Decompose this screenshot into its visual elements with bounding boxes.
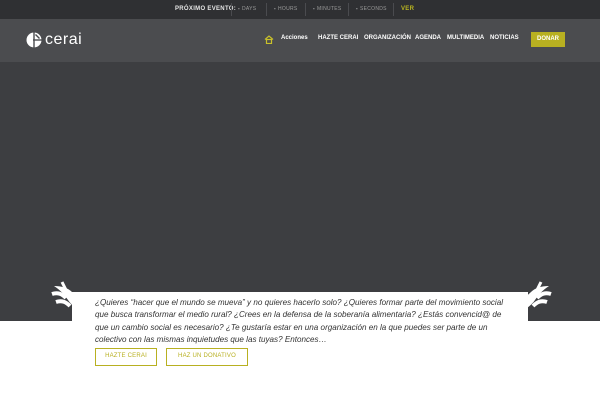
site-header: cerai Acciones HAZTE CERAI ORGANIZACIÓN … <box>0 19 600 62</box>
logo-text: cerai <box>45 31 83 48</box>
cerai-logo-icon <box>26 32 42 48</box>
nav-hazte-cerai[interactable]: HAZTE CERAI <box>318 35 358 41</box>
divider <box>348 3 349 16</box>
intro-text: ¿Quieres “hacer que el mundo se mueva” y… <box>95 298 504 344</box>
site-logo[interactable]: cerai <box>26 30 82 50</box>
nav-agenda[interactable]: AGENDA <box>415 35 441 41</box>
countdown-seconds: - SECONDS <box>356 6 387 12</box>
countdown-hours: - HOURS <box>274 6 298 12</box>
view-event-link[interactable]: VER <box>401 6 414 12</box>
make-donation-button[interactable]: HAZ UN DONATIVO <box>166 348 248 366</box>
divider <box>393 3 394 16</box>
nav-organizacion[interactable]: ORGANIZACIÓN <box>364 35 411 41</box>
nav-noticias[interactable]: NOTICIAS <box>490 35 519 41</box>
nav-acciones[interactable]: Acciones <box>281 35 308 41</box>
home-icon[interactable] <box>264 35 274 44</box>
donate-button[interactable]: DONAR <box>531 32 565 47</box>
join-button[interactable]: HAZTE CERAI <box>95 348 157 366</box>
divider <box>231 3 232 16</box>
countdown-label: PRÓXIMO EVENTO: <box>175 6 237 12</box>
countdown-days: - DAYS <box>238 6 257 12</box>
event-countdown-bar: PRÓXIMO EVENTO: - DAYS - HOURS - MINUTES -S… <box>0 0 600 19</box>
nav-multimedia[interactable]: MULTIMEDIA <box>447 35 484 41</box>
countdown-minutes: - MINUTES <box>313 6 342 12</box>
divider <box>305 3 306 16</box>
divider <box>266 3 267 16</box>
